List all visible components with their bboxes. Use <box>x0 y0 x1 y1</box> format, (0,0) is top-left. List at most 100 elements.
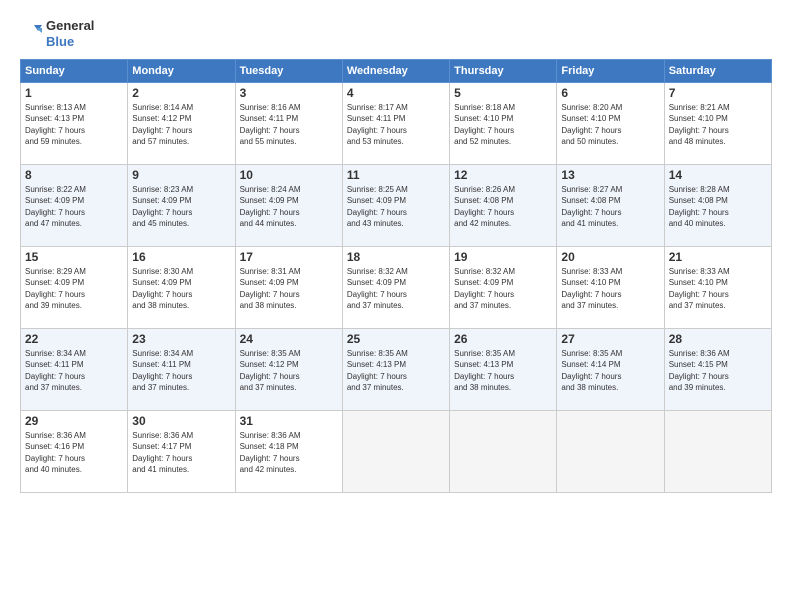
table-row: 11 Sunrise: 8:25 AMSunset: 4:09 PMDaylig… <box>342 165 449 247</box>
col-tuesday: Tuesday <box>235 60 342 83</box>
calendar-week-row: 15 Sunrise: 8:29 AMSunset: 4:09 PMDaylig… <box>21 247 772 329</box>
table-row <box>664 411 771 493</box>
table-row: 1 Sunrise: 8:13 AMSunset: 4:13 PMDayligh… <box>21 83 128 165</box>
col-monday: Monday <box>128 60 235 83</box>
day-number: 5 <box>454 86 552 100</box>
cell-content: Sunrise: 8:33 AMSunset: 4:10 PMDaylight:… <box>669 266 767 311</box>
cell-content: Sunrise: 8:34 AMSunset: 4:11 PMDaylight:… <box>25 348 123 393</box>
cell-content: Sunrise: 8:33 AMSunset: 4:10 PMDaylight:… <box>561 266 659 311</box>
day-number: 12 <box>454 168 552 182</box>
day-number: 9 <box>132 168 230 182</box>
table-row: 8 Sunrise: 8:22 AMSunset: 4:09 PMDayligh… <box>21 165 128 247</box>
table-row: 3 Sunrise: 8:16 AMSunset: 4:11 PMDayligh… <box>235 83 342 165</box>
table-row: 17 Sunrise: 8:31 AMSunset: 4:09 PMDaylig… <box>235 247 342 329</box>
cell-content: Sunrise: 8:36 AMSunset: 4:16 PMDaylight:… <box>25 430 123 475</box>
calendar-week-row: 1 Sunrise: 8:13 AMSunset: 4:13 PMDayligh… <box>21 83 772 165</box>
table-row: 18 Sunrise: 8:32 AMSunset: 4:09 PMDaylig… <box>342 247 449 329</box>
day-number: 29 <box>25 414 123 428</box>
cell-content: Sunrise: 8:28 AMSunset: 4:08 PMDaylight:… <box>669 184 767 229</box>
cell-content: Sunrise: 8:31 AMSunset: 4:09 PMDaylight:… <box>240 266 338 311</box>
table-row: 23 Sunrise: 8:34 AMSunset: 4:11 PMDaylig… <box>128 329 235 411</box>
table-row: 27 Sunrise: 8:35 AMSunset: 4:14 PMDaylig… <box>557 329 664 411</box>
logo-svg <box>20 23 42 45</box>
table-row: 16 Sunrise: 8:30 AMSunset: 4:09 PMDaylig… <box>128 247 235 329</box>
cell-content: Sunrise: 8:25 AMSunset: 4:09 PMDaylight:… <box>347 184 445 229</box>
table-row: 6 Sunrise: 8:20 AMSunset: 4:10 PMDayligh… <box>557 83 664 165</box>
table-row: 10 Sunrise: 8:24 AMSunset: 4:09 PMDaylig… <box>235 165 342 247</box>
cell-content: Sunrise: 8:18 AMSunset: 4:10 PMDaylight:… <box>454 102 552 147</box>
table-row: 9 Sunrise: 8:23 AMSunset: 4:09 PMDayligh… <box>128 165 235 247</box>
cell-content: Sunrise: 8:17 AMSunset: 4:11 PMDaylight:… <box>347 102 445 147</box>
table-row: 5 Sunrise: 8:18 AMSunset: 4:10 PMDayligh… <box>450 83 557 165</box>
day-number: 19 <box>454 250 552 264</box>
cell-content: Sunrise: 8:13 AMSunset: 4:13 PMDaylight:… <box>25 102 123 147</box>
table-row: 29 Sunrise: 8:36 AMSunset: 4:16 PMDaylig… <box>21 411 128 493</box>
day-number: 26 <box>454 332 552 346</box>
table-row <box>342 411 449 493</box>
col-friday: Friday <box>557 60 664 83</box>
day-number: 3 <box>240 86 338 100</box>
logo: General Blue <box>20 18 94 49</box>
day-number: 23 <box>132 332 230 346</box>
col-sunday: Sunday <box>21 60 128 83</box>
day-number: 8 <box>25 168 123 182</box>
day-number: 2 <box>132 86 230 100</box>
calendar: Sunday Monday Tuesday Wednesday Thursday… <box>20 59 772 493</box>
day-number: 13 <box>561 168 659 182</box>
day-number: 24 <box>240 332 338 346</box>
day-number: 11 <box>347 168 445 182</box>
cell-content: Sunrise: 8:36 AMSunset: 4:18 PMDaylight:… <box>240 430 338 475</box>
table-row: 12 Sunrise: 8:26 AMSunset: 4:08 PMDaylig… <box>450 165 557 247</box>
cell-content: Sunrise: 8:32 AMSunset: 4:09 PMDaylight:… <box>347 266 445 311</box>
table-row: 13 Sunrise: 8:27 AMSunset: 4:08 PMDaylig… <box>557 165 664 247</box>
cell-content: Sunrise: 8:30 AMSunset: 4:09 PMDaylight:… <box>132 266 230 311</box>
calendar-week-row: 22 Sunrise: 8:34 AMSunset: 4:11 PMDaylig… <box>21 329 772 411</box>
cell-content: Sunrise: 8:35 AMSunset: 4:13 PMDaylight:… <box>454 348 552 393</box>
day-number: 10 <box>240 168 338 182</box>
cell-content: Sunrise: 8:26 AMSunset: 4:08 PMDaylight:… <box>454 184 552 229</box>
cell-content: Sunrise: 8:36 AMSunset: 4:17 PMDaylight:… <box>132 430 230 475</box>
cell-content: Sunrise: 8:35 AMSunset: 4:14 PMDaylight:… <box>561 348 659 393</box>
table-row: 15 Sunrise: 8:29 AMSunset: 4:09 PMDaylig… <box>21 247 128 329</box>
table-row: 25 Sunrise: 8:35 AMSunset: 4:13 PMDaylig… <box>342 329 449 411</box>
day-number: 17 <box>240 250 338 264</box>
calendar-header-row: Sunday Monday Tuesday Wednesday Thursday… <box>21 60 772 83</box>
cell-content: Sunrise: 8:35 AMSunset: 4:13 PMDaylight:… <box>347 348 445 393</box>
table-row: 19 Sunrise: 8:32 AMSunset: 4:09 PMDaylig… <box>450 247 557 329</box>
table-row: 24 Sunrise: 8:35 AMSunset: 4:12 PMDaylig… <box>235 329 342 411</box>
day-number: 31 <box>240 414 338 428</box>
cell-content: Sunrise: 8:21 AMSunset: 4:10 PMDaylight:… <box>669 102 767 147</box>
day-number: 22 <box>25 332 123 346</box>
col-saturday: Saturday <box>664 60 771 83</box>
day-number: 18 <box>347 250 445 264</box>
cell-content: Sunrise: 8:29 AMSunset: 4:09 PMDaylight:… <box>25 266 123 311</box>
table-row: 28 Sunrise: 8:36 AMSunset: 4:15 PMDaylig… <box>664 329 771 411</box>
cell-content: Sunrise: 8:24 AMSunset: 4:09 PMDaylight:… <box>240 184 338 229</box>
day-number: 1 <box>25 86 123 100</box>
cell-content: Sunrise: 8:32 AMSunset: 4:09 PMDaylight:… <box>454 266 552 311</box>
table-row: 4 Sunrise: 8:17 AMSunset: 4:11 PMDayligh… <box>342 83 449 165</box>
logo-text-blue: Blue <box>46 34 94 50</box>
table-row: 20 Sunrise: 8:33 AMSunset: 4:10 PMDaylig… <box>557 247 664 329</box>
day-number: 25 <box>347 332 445 346</box>
header: General Blue <box>20 18 772 49</box>
day-number: 28 <box>669 332 767 346</box>
table-row: 14 Sunrise: 8:28 AMSunset: 4:08 PMDaylig… <box>664 165 771 247</box>
calendar-week-row: 29 Sunrise: 8:36 AMSunset: 4:16 PMDaylig… <box>21 411 772 493</box>
cell-content: Sunrise: 8:27 AMSunset: 4:08 PMDaylight:… <box>561 184 659 229</box>
cell-content: Sunrise: 8:22 AMSunset: 4:09 PMDaylight:… <box>25 184 123 229</box>
day-number: 6 <box>561 86 659 100</box>
calendar-week-row: 8 Sunrise: 8:22 AMSunset: 4:09 PMDayligh… <box>21 165 772 247</box>
cell-content: Sunrise: 8:36 AMSunset: 4:15 PMDaylight:… <box>669 348 767 393</box>
cell-content: Sunrise: 8:20 AMSunset: 4:10 PMDaylight:… <box>561 102 659 147</box>
day-number: 27 <box>561 332 659 346</box>
table-row: 7 Sunrise: 8:21 AMSunset: 4:10 PMDayligh… <box>664 83 771 165</box>
table-row <box>450 411 557 493</box>
col-wednesday: Wednesday <box>342 60 449 83</box>
table-row <box>557 411 664 493</box>
cell-content: Sunrise: 8:23 AMSunset: 4:09 PMDaylight:… <box>132 184 230 229</box>
table-row: 21 Sunrise: 8:33 AMSunset: 4:10 PMDaylig… <box>664 247 771 329</box>
day-number: 4 <box>347 86 445 100</box>
logo-text-general: General <box>46 18 94 34</box>
table-row: 26 Sunrise: 8:35 AMSunset: 4:13 PMDaylig… <box>450 329 557 411</box>
